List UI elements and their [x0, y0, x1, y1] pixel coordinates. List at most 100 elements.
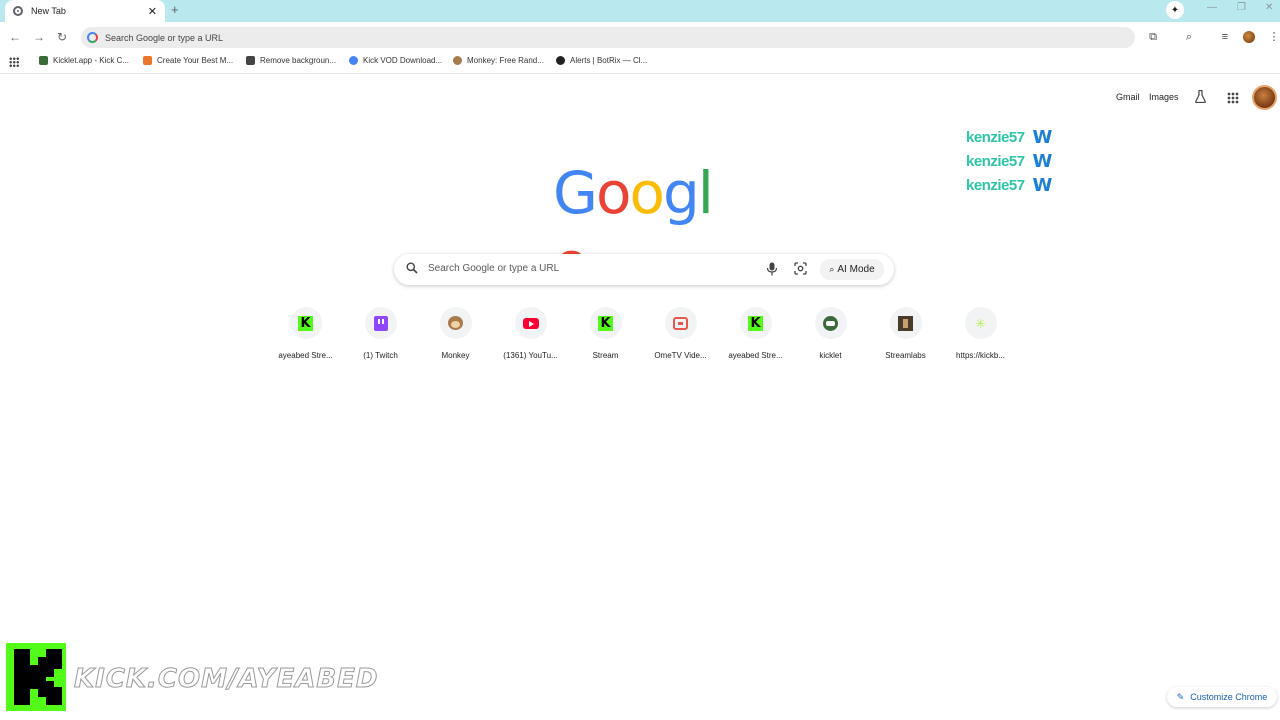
- overlay-event: kenzie57 W: [966, 174, 1066, 196]
- bookmark-item[interactable]: Alerts | BotRix — Cl...: [556, 56, 647, 65]
- images-link[interactable]: Images: [1149, 92, 1179, 102]
- shortcut-icon-circle: [664, 307, 697, 339]
- logo-letter: l: [697, 159, 714, 227]
- shortcut-tile[interactable]: (1) Twitch: [343, 307, 418, 369]
- shortcut-tile[interactable]: K ayeabed Stre...: [268, 307, 343, 369]
- shortcut-tile[interactable]: kicklet: [793, 307, 868, 369]
- shortcut-tile[interactable]: K ayeabed Stre...: [718, 307, 793, 369]
- extensions-icon[interactable]: ⧉: [1147, 31, 1159, 43]
- bookmark-item[interactable]: Remove backgroun...: [246, 56, 336, 65]
- twitch-icon: [373, 315, 388, 331]
- reading-list-icon[interactable]: ≡: [1219, 31, 1231, 43]
- shortcut-label: kicklet: [819, 351, 842, 360]
- shortcut-icon-circle: ✳: [964, 307, 997, 339]
- kick-logo: [6, 643, 66, 711]
- google-logo: Google: [553, 158, 737, 297]
- shortcut-label: Streamlabs: [885, 351, 926, 360]
- tab-new-tab[interactable]: New Tab ✕: [5, 0, 165, 22]
- window-close-button[interactable]: ✕: [1265, 2, 1273, 13]
- gemini-icon[interactable]: ✦: [1166, 1, 1184, 19]
- ai-mode-button[interactable]: ⌕ AI Mode: [820, 259, 884, 280]
- account-avatar[interactable]: [1252, 85, 1277, 110]
- shortcut-icon-circle: [439, 307, 472, 339]
- monkey-icon: [453, 56, 462, 65]
- shortcut-tile[interactable]: K Stream: [568, 307, 643, 369]
- restore-button[interactable]: ❐: [1237, 2, 1246, 13]
- bookmark-item[interactable]: Create Your Best M...: [143, 56, 233, 65]
- kickbot-icon: ✳: [975, 315, 986, 331]
- new-tab-button[interactable]: +: [171, 2, 179, 17]
- omnibox-placeholder: Search Google or type a URL: [105, 32, 224, 43]
- bookmark-label: Monkey: Free Rand...: [467, 56, 544, 65]
- monkey-icon: [448, 316, 463, 330]
- logo-letter: G: [553, 159, 598, 227]
- botrix-icon: [556, 56, 565, 65]
- shortcut-icon-circle: [814, 307, 847, 339]
- shortcut-label: Monkey: [441, 351, 470, 360]
- streamlabs-icon: [898, 315, 913, 331]
- shortcut-icon-circle: K: [589, 307, 622, 339]
- event-badge: W: [1032, 126, 1053, 148]
- shortcut-label: ayeabed Stre...: [278, 351, 333, 360]
- bookmarks-bar: Kicklet.app - Kick C... Create Your Best…: [0, 52, 1280, 74]
- back-button[interactable]: ←: [9, 29, 21, 45]
- logo-letter: o: [629, 159, 664, 227]
- event-badge: W: [1032, 150, 1053, 172]
- google-apps-icon[interactable]: [1227, 92, 1239, 104]
- search-icon: [406, 262, 418, 274]
- reload-button[interactable]: ↻: [57, 29, 67, 45]
- toolbar: ← → ↻ Search Google or type a URL ⧉ ⌕ ≡ …: [0, 22, 1280, 52]
- shortcut-tile[interactable]: Monkey: [418, 307, 493, 369]
- shortcut-label: (1361) YouTu...: [503, 351, 558, 360]
- shortcut-tile[interactable]: OmeTV Vide...: [643, 307, 718, 369]
- shortcut-icon-circle: [889, 307, 922, 339]
- shortcut-label: ayeabed Stre...: [728, 351, 783, 360]
- overlay-event: kenzie57 W: [966, 150, 1066, 172]
- shortcut-tile[interactable]: Streamlabs: [868, 307, 943, 369]
- bookmark-item[interactable]: Monkey: Free Rand...: [453, 56, 544, 65]
- stream-url: KICK.COM/AYEABED: [74, 664, 379, 695]
- shortcut-icon-circle: [364, 307, 397, 339]
- google-icon: [87, 32, 98, 43]
- bookmark-item[interactable]: Kick VOD Download...: [349, 56, 442, 65]
- shortcut-icon-circle: K: [289, 307, 322, 339]
- apps-icon[interactable]: [9, 57, 19, 67]
- kick-icon: K: [298, 315, 313, 331]
- ometv-icon: [673, 316, 688, 330]
- bookmark-label: Kicklet.app - Kick C...: [53, 56, 130, 65]
- brush-icon: [143, 56, 152, 65]
- pencil-icon: ✎: [1176, 691, 1185, 702]
- menu-icon[interactable]: ⋮: [1268, 31, 1280, 43]
- event-username: kenzie57: [966, 128, 1025, 146]
- customize-chrome-button[interactable]: ✎ Customize Chrome: [1167, 687, 1277, 707]
- bookmark-item[interactable]: Kicklet.app - Kick C...: [39, 56, 129, 65]
- image-icon: [246, 56, 255, 65]
- gmail-link[interactable]: Gmail: [1116, 92, 1140, 102]
- kick-icon: K: [748, 315, 763, 331]
- tab-title: New Tab: [31, 6, 66, 16]
- kicklet-icon: [39, 56, 48, 65]
- shortcut-tile[interactable]: (1361) YouTu...: [493, 307, 568, 369]
- download-icon: [349, 56, 358, 65]
- shortcut-tile[interactable]: ✳ https://kickb...: [943, 307, 1018, 369]
- shortcut-icon-circle: K: [739, 307, 772, 339]
- minimize-button[interactable]: —: [1207, 2, 1217, 13]
- shortcut-label: OmeTV Vide...: [654, 351, 707, 360]
- overlay-event: kenzie57 W: [966, 126, 1066, 148]
- shortcut-label: (1) Twitch: [363, 351, 398, 360]
- logo-letter: g: [662, 159, 700, 227]
- forward-button[interactable]: →: [33, 29, 45, 45]
- search-box[interactable]: Search Google or type a URL ⌕ AI Mode: [394, 254, 894, 285]
- microphone-icon[interactable]: [766, 262, 778, 276]
- search-tabs-icon[interactable]: ⌕: [1183, 31, 1195, 43]
- profile-avatar[interactable]: [1243, 31, 1255, 43]
- event-username: kenzie57: [966, 152, 1025, 170]
- ai-mode-label: AI Mode: [837, 264, 875, 275]
- event-badge: W: [1032, 174, 1053, 196]
- tab-close-button[interactable]: ✕: [148, 5, 157, 18]
- omnibox[interactable]: Search Google or type a URL: [81, 27, 1135, 48]
- bookmark-label: Kick VOD Download...: [363, 56, 443, 65]
- shortcut-icon-circle: [514, 307, 547, 339]
- labs-icon[interactable]: [1195, 90, 1206, 103]
- lens-icon[interactable]: [794, 262, 807, 275]
